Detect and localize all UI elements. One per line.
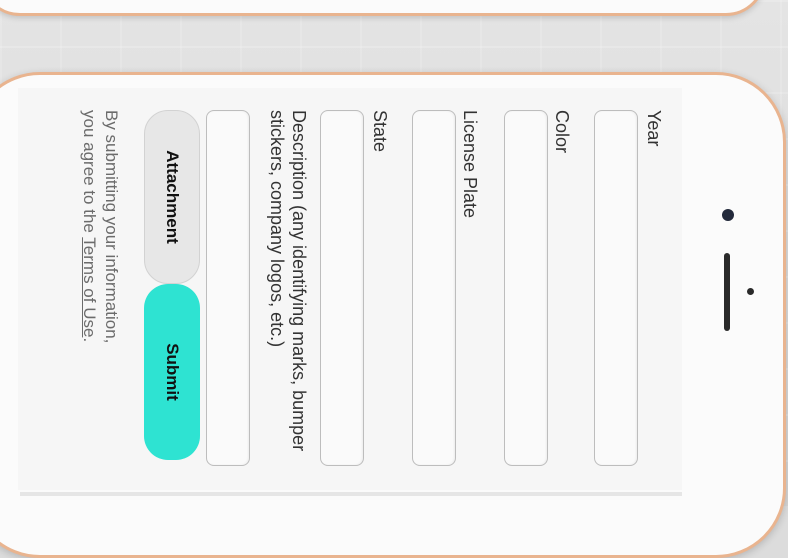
description-label: Description (any identifying marks, bump…: [267, 110, 309, 452]
sensor-icon: [747, 288, 754, 295]
terms-of-use-link[interactable]: Terms of Use: [80, 237, 99, 337]
vehicle-form: Year Color License Plate State Descripti…: [26, 90, 682, 490]
terms-notice: By submitting your information, you agre…: [78, 110, 122, 470]
phone-frame-top: [0, 0, 766, 16]
speaker-icon: [724, 253, 730, 331]
screen-edge: [20, 492, 682, 496]
year-input[interactable]: [594, 110, 638, 466]
terms-suffix: .: [80, 337, 99, 343]
submit-button[interactable]: Submit: [144, 284, 200, 460]
terms-line1: By submitting your information,: [102, 110, 121, 344]
color-input[interactable]: [504, 110, 548, 466]
license-plate-input[interactable]: [412, 110, 456, 466]
terms-prefix: you agree to the: [80, 110, 99, 233]
year-label: Year: [644, 110, 664, 147]
attachment-button[interactable]: Attachment: [144, 110, 200, 284]
color-label: Color: [552, 110, 572, 154]
camera-icon: [722, 209, 734, 221]
state-input[interactable]: [320, 110, 364, 466]
state-label: State: [370, 110, 390, 153]
description-input[interactable]: [206, 110, 250, 466]
license-plate-label: License Plate: [460, 110, 480, 219]
